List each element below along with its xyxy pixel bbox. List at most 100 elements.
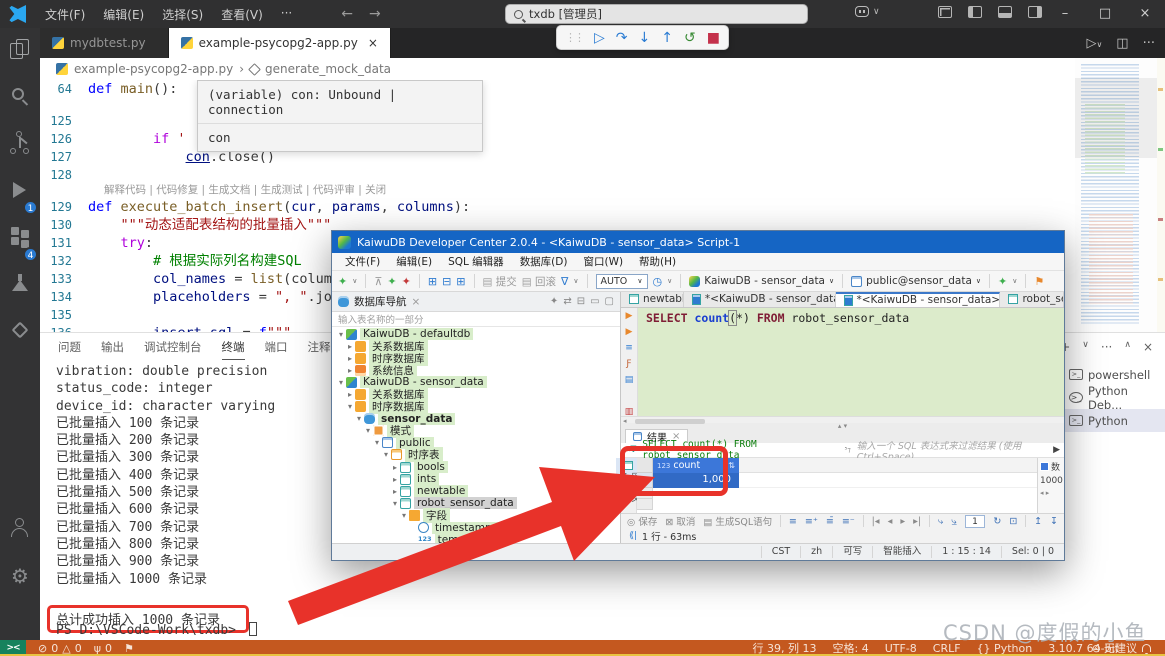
- kaiwudb-menu-item[interactable]: 编辑(E): [389, 254, 439, 269]
- panel-tab[interactable]: 输出: [101, 339, 124, 360]
- ports-status[interactable]: ψ 0: [94, 642, 112, 655]
- extension-view-icon[interactable]: [0, 310, 40, 357]
- tree-expander-icon[interactable]: ▸: [390, 463, 400, 472]
- panel-maximize-icon[interactable]: ∧: [1124, 340, 1131, 354]
- tree-expander-icon[interactable]: ▾: [390, 499, 400, 508]
- menu-item[interactable]: ···: [272, 6, 301, 23]
- tree-expander-icon[interactable]: ▾: [381, 450, 391, 459]
- first-page-icon[interactable]: |◂: [872, 516, 880, 527]
- value-panel[interactable]: 数 1000 ◂ ▸: [1037, 458, 1064, 512]
- sql-editor-tab[interactable]: robot_ser: [1000, 292, 1064, 307]
- terminal-output[interactable]: vibration: double precisionstatus_code: …: [56, 363, 275, 640]
- tree-node[interactable]: ▸newtable: [332, 485, 620, 497]
- refresh-grid-icon[interactable]: ↻: [993, 516, 1001, 527]
- results-grid[interactable]: 123 count ⇅ 1,000: [637, 458, 1037, 512]
- panel-tab[interactable]: 端口: [265, 339, 288, 360]
- terminal-prompt[interactable]: PS D:\VSCode-Work\txdb>: [56, 622, 275, 639]
- toggle-panel-icon[interactable]: [998, 6, 1012, 18]
- codelens-actions[interactable]: 解释代码 | 代码修复 | 生成文档 | 生成测试 | 代码评审 | 关闭: [40, 184, 1075, 198]
- menu-item[interactable]: 编辑(E): [94, 6, 153, 23]
- breadcrumb-file[interactable]: example-psycopg2-app.py: [74, 62, 233, 76]
- row-header-1[interactable]: [637, 473, 653, 488]
- new-connection-icon[interactable]: ✦: [338, 275, 347, 288]
- zoom-grid-icon[interactable]: ⊡: [1009, 516, 1017, 527]
- open-sql-script-icon[interactable]: ⊟: [442, 275, 451, 288]
- disconnect-icon[interactable]: ✦: [402, 275, 411, 288]
- tree-expander-icon[interactable]: ▸: [345, 390, 355, 399]
- prev-page-icon[interactable]: ◂: [888, 516, 893, 527]
- schema-select[interactable]: public@sensor_data∨: [851, 275, 981, 287]
- back-icon[interactable]: ←: [341, 6, 353, 22]
- page-number-input[interactable]: 1: [965, 515, 986, 528]
- testing-icon[interactable]: [0, 263, 40, 310]
- editor-tab[interactable]: example-psycopg2-app.py ×: [169, 28, 391, 58]
- copy-row-icon[interactable]: ≡̄: [826, 516, 834, 527]
- tree-node[interactable]: ▾字段: [332, 509, 620, 521]
- table-filter-input[interactable]: 输入表名称的一部分: [332, 312, 620, 327]
- tree-node[interactable]: ▾模式: [332, 425, 620, 437]
- edit-row-icon[interactable]: ≡: [789, 516, 797, 527]
- toggle-secondary-sidebar-icon[interactable]: [1028, 6, 1042, 18]
- save-button[interactable]: ◎ 保存: [627, 514, 657, 528]
- step-over-icon[interactable]: ↷: [616, 30, 628, 46]
- remote-indicator[interactable]: ><: [0, 640, 26, 656]
- apply-filter-icon[interactable]: ▶: [1053, 445, 1060, 455]
- panel-tab[interactable]: 调试控制台: [144, 339, 202, 360]
- more-actions-icon[interactable]: ···: [1143, 36, 1155, 51]
- stop-icon[interactable]: ■: [707, 30, 720, 46]
- tree-node[interactable]: ▾时序表: [332, 449, 620, 461]
- kaiwudb-menu-item[interactable]: 数据库(D): [513, 254, 575, 269]
- drag-grip-icon[interactable]: ⋮⋮: [565, 31, 583, 44]
- step-into-icon[interactable]: ↓: [639, 30, 651, 46]
- minimap[interactable]: [1075, 58, 1157, 332]
- fetch-all-icon[interactable]: ⤷̲: [951, 516, 956, 527]
- tree-node[interactable]: ▸系统信息: [332, 364, 620, 376]
- tree-expander-icon[interactable]: ▸: [390, 475, 400, 484]
- terminal-list-item[interactable]: >_ Python Deb...: [1063, 386, 1165, 409]
- count-column-header[interactable]: 123 count ⇅: [653, 458, 739, 473]
- tree-node[interactable]: ▾时序数据库: [332, 401, 620, 413]
- new-sql-editor-icon[interactable]: ⊞: [428, 275, 437, 288]
- connect-icon[interactable]: ✦: [387, 275, 396, 288]
- last-page-icon[interactable]: ▸|: [913, 516, 921, 527]
- connection-select[interactable]: KaiwuDB - sensor_data∨: [689, 275, 834, 287]
- extensions-icon[interactable]: 4: [0, 216, 40, 263]
- sort-filter-icon[interactable]: ⇅: [728, 461, 735, 470]
- settings-gear-icon[interactable]: ⚙: [0, 554, 40, 601]
- panel-close-icon[interactable]: ×: [1143, 340, 1153, 354]
- kaiwudb-menu-item[interactable]: 文件(F): [338, 254, 387, 269]
- navigator-title[interactable]: 数据库导航: [354, 294, 407, 309]
- kaiwudb-menu-item[interactable]: 帮助(H): [632, 254, 683, 269]
- continue-icon[interactable]: ▷: [594, 30, 605, 46]
- nav-new-connection-icon[interactable]: ✦: [550, 296, 558, 307]
- minimize-button[interactable]: –: [1045, 0, 1085, 28]
- panel-more-icon[interactable]: ···: [1101, 340, 1112, 354]
- recent-sql-icon[interactable]: ⊞: [456, 275, 465, 288]
- sql-hscrollbar[interactable]: ◂: [621, 416, 1064, 424]
- statusbar-item[interactable]: 空格: 4: [833, 640, 869, 656]
- panel-tab[interactable]: 终端: [222, 339, 245, 360]
- kaiwudb-menu-item[interactable]: 窗口(W): [576, 254, 630, 269]
- close-button[interactable]: ×: [1125, 0, 1165, 28]
- run-debug-icon[interactable]: 1: [0, 169, 40, 216]
- tree-node[interactable]: timestamp (ti: [332, 522, 620, 534]
- fetch-page-icon[interactable]: ⤷: [938, 516, 943, 527]
- sql-editor-tab[interactable]: newtable: [621, 292, 684, 307]
- navigator-close-icon[interactable]: ×: [412, 296, 421, 308]
- value-panel-arrows[interactable]: ◂ ▸: [1040, 489, 1049, 497]
- tree-expander-icon[interactable]: ▸: [345, 366, 355, 375]
- command-center-search[interactable]: txdb [管理员]: [505, 4, 808, 24]
- panel-tab[interactable]: 注释: [308, 339, 331, 360]
- explain-plan-icon[interactable]: ≡: [625, 343, 633, 353]
- commit-button[interactable]: ▤ 提交: [483, 274, 517, 289]
- transaction-filter-icon[interactable]: ∇: [561, 275, 568, 288]
- rollback-button[interactable]: ▤ 回滚: [522, 274, 556, 289]
- editor-tab[interactable]: mydbtest.py: [40, 28, 169, 58]
- statusbar-item[interactable]: 行 39, 列 13: [753, 640, 817, 656]
- export-down-icon[interactable]: ↧: [1050, 516, 1058, 527]
- tree-expander-icon[interactable]: ▸: [345, 342, 355, 351]
- statusbar-item[interactable]: UTF-8: [885, 642, 917, 655]
- source-control-icon[interactable]: [0, 122, 40, 169]
- delete-row-icon[interactable]: ≡⁻: [842, 516, 855, 527]
- tree-expander-icon[interactable]: ▸: [345, 354, 355, 363]
